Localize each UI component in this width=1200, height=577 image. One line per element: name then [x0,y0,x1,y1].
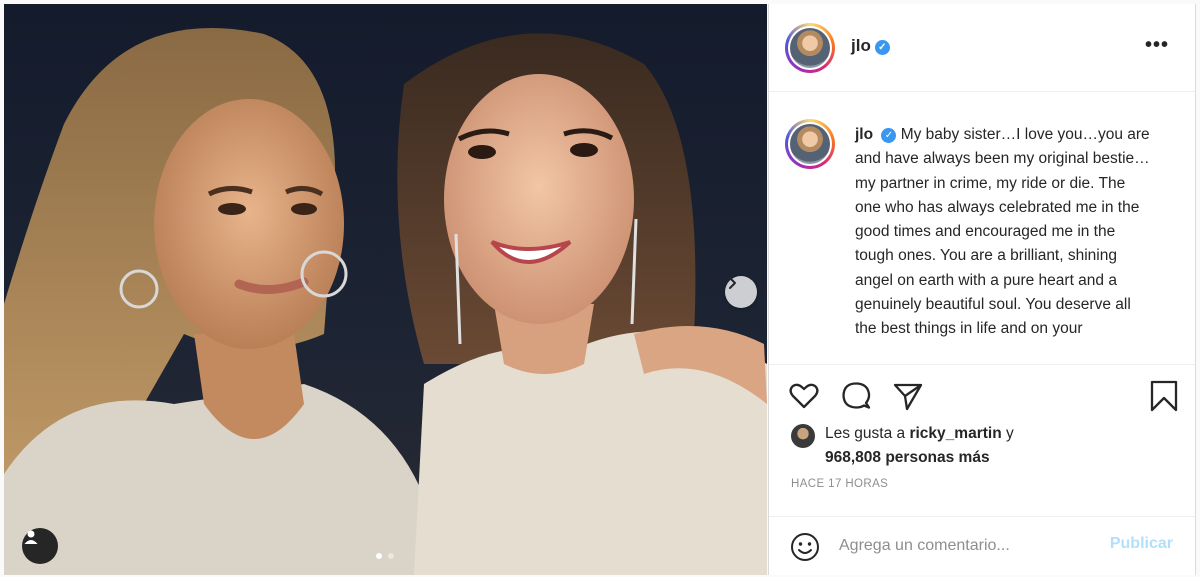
post-username-row: jlo ✓ [851,36,890,56]
carousel-dot [388,553,394,559]
carousel-indicator [376,553,394,559]
more-options-icon[interactable]: ••• [1145,34,1169,57]
post-photo[interactable] [4,4,767,575]
caption-username[interactable]: jlo [855,126,873,143]
comment-bar: Publicar [769,516,1195,575]
verified-badge-icon: ✓ [874,40,890,55]
comment-icon[interactable] [839,379,873,413]
comment-input[interactable] [839,533,1089,559]
likes-prefix: Les gusta a [825,425,906,442]
profile-avatar[interactable] [785,23,835,73]
post-username[interactable]: jlo [851,36,871,55]
post-timestamp[interactable]: HACE 17 HORAS [791,478,888,490]
instagram-post-window: jlo ✓ ••• jlo ✓ My baby sister…I love you… [0,0,1200,577]
likes-conjunction: y [1005,425,1014,442]
next-slide-button[interactable] [725,276,757,308]
caption-area: jlo ✓ My baby sister…I love you…you are … [769,93,1195,363]
likes-count[interactable]: 968,808 personas más [791,446,1171,470]
heart-icon[interactable] [787,379,821,413]
verified-badge-icon: ✓ [881,128,897,143]
action-bar [769,364,1195,416]
emoji-icon[interactable] [789,531,821,563]
post-comment-button[interactable]: Publicar [1110,535,1173,553]
caption-text: My baby sister…I love you…you are and ha… [855,126,1150,338]
share-icon[interactable] [891,379,925,413]
liker-avatar[interactable] [791,424,815,448]
caption: jlo ✓ My baby sister…I love you…you are … [855,123,1155,342]
carousel-dot-active [376,553,382,559]
bookmark-icon[interactable] [1147,379,1181,413]
post-details-panel: jlo ✓ ••• jlo ✓ My baby sister…I love you… [768,4,1196,575]
user-tags-button[interactable] [22,528,58,564]
photo-illustration [4,28,767,575]
likes-user-link[interactable]: ricky_martin [909,425,1001,442]
post-header: jlo ✓ ••• [769,4,1195,92]
caption-avatar[interactable] [785,119,835,169]
likes-summary: Les gusta a ricky_martin y 968,808 perso… [791,422,1171,470]
